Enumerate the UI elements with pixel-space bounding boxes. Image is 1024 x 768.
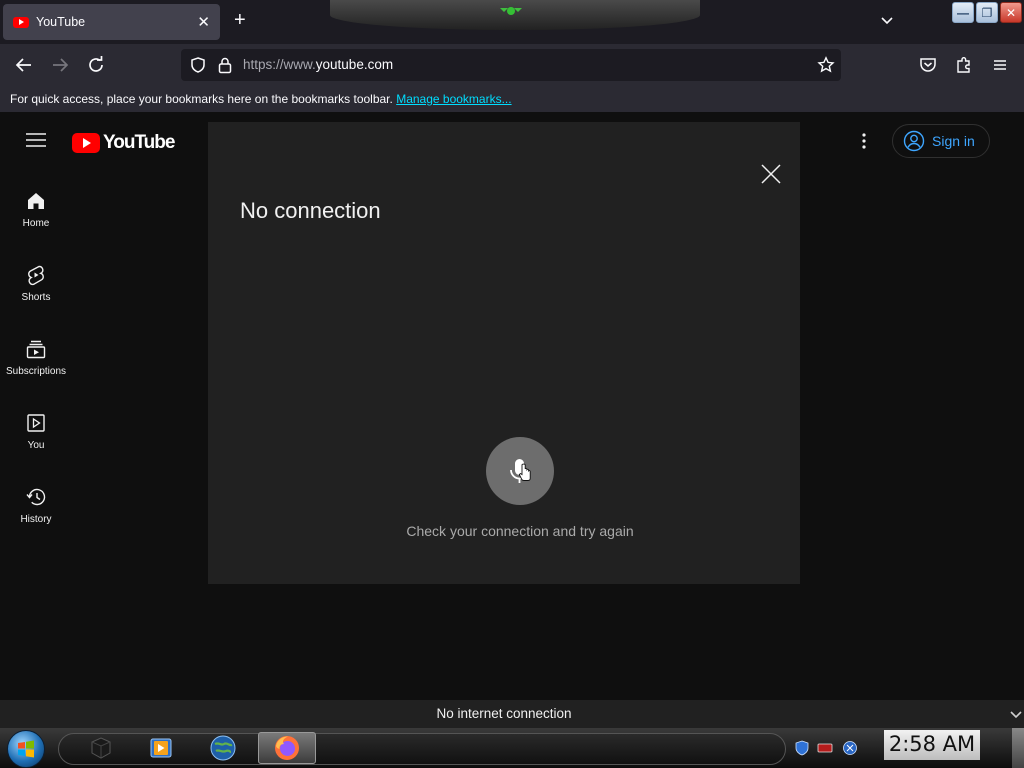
account-circle-icon: [903, 130, 925, 152]
sidebar-item-subscriptions[interactable]: Subscriptions: [0, 338, 72, 377]
youtube-play-logo-icon: [72, 133, 100, 153]
app-menu-hamburger-icon[interactable]: [990, 55, 1010, 75]
reload-icon[interactable]: [86, 55, 106, 75]
tab-youtube[interactable]: YouTube ✕: [3, 4, 220, 40]
minimize-button[interactable]: —: [952, 2, 974, 23]
youtube-favicon-icon: [13, 16, 29, 28]
start-button[interactable]: [7, 730, 45, 768]
windows-logo-icon: [18, 740, 34, 758]
sidebar-label-home: Home: [22, 218, 50, 229]
sign-in-label: Sign in: [932, 133, 975, 149]
url-prefix: https://www.: [243, 57, 316, 72]
security-shield-tray-icon[interactable]: [794, 740, 810, 756]
sign-in-button[interactable]: Sign in: [892, 124, 990, 158]
voice-search-mic-button[interactable]: [486, 437, 554, 505]
dialog-message: Check your connection and try again: [406, 523, 634, 539]
black-cube-app-icon: [91, 737, 111, 759]
show-desktop-button[interactable]: [1012, 728, 1024, 768]
settings-more-vert-icon[interactable]: [858, 132, 870, 150]
url-domain: youtube.com: [315, 57, 394, 72]
window-controls: — ❐ ✕: [952, 2, 1022, 23]
padlock-icon[interactable]: [217, 56, 233, 74]
status-text: No internet connection: [436, 706, 572, 721]
extensions-puzzle-icon[interactable]: [954, 55, 974, 75]
bookmarks-toolbar: For quick access, place your bookmarks h…: [0, 86, 1024, 112]
taskbar: 2:58 AM: [0, 728, 1024, 768]
bookmark-star-icon[interactable]: [817, 56, 835, 74]
tab-strip: YouTube ✕ + — ❐ ✕: [0, 0, 1024, 44]
you-icon: [27, 414, 45, 432]
tab-title: YouTube: [36, 15, 86, 29]
manage-bookmarks-link[interactable]: Manage bookmarks...: [396, 92, 511, 106]
url-bar[interactable]: https://www.youtube.com: [181, 49, 841, 81]
scroll-down-arrow-icon[interactable]: [1010, 710, 1022, 720]
guide-menu-icon[interactable]: [26, 133, 46, 147]
list-all-tabs-chevron-icon[interactable]: [880, 14, 894, 28]
connection-status-bar: No internet connection: [0, 700, 1024, 728]
dialog-title: No connection: [240, 198, 381, 223]
close-window-button[interactable]: ✕: [1000, 2, 1022, 23]
taskbar-app-firefox[interactable]: [258, 732, 316, 764]
url-text[interactable]: https://www.youtube.com: [243, 57, 393, 72]
home-icon: [28, 193, 44, 209]
youtube-logo-text: YouTube: [103, 132, 175, 153]
sidebar-label-history: History: [20, 514, 52, 525]
tracking-protection-shield-icon[interactable]: [189, 56, 207, 74]
youtube-logo[interactable]: YouTube: [72, 132, 175, 154]
bookmarks-hint-text: For quick access, place your bookmarks h…: [10, 92, 393, 106]
microphone-icon: [510, 459, 531, 483]
firefox-icon: [275, 736, 299, 760]
navigation-toolbar: https://www.youtube.com: [0, 44, 1024, 86]
sidebar-item-shorts[interactable]: Shorts: [0, 264, 72, 303]
globe-icon: [210, 735, 236, 761]
restore-button[interactable]: ❐: [976, 2, 998, 23]
network-tray-icon[interactable]: [842, 740, 858, 756]
sidebar-item-history[interactable]: History: [0, 486, 72, 525]
media-player-icon: [150, 738, 172, 758]
forward-arrow-icon[interactable]: [50, 55, 70, 75]
camera-led-icon: [500, 7, 522, 15]
back-arrow-icon[interactable]: [14, 55, 34, 75]
sidebar-item-you[interactable]: You: [0, 412, 72, 451]
new-tab-button[interactable]: +: [234, 10, 246, 30]
tab-close-icon[interactable]: ✕: [197, 15, 210, 30]
dialog-close-icon[interactable]: [760, 163, 782, 185]
pocket-icon[interactable]: [918, 55, 938, 75]
taskbar-clock[interactable]: 2:58 AM: [884, 730, 980, 760]
sidebar-label-shorts: Shorts: [21, 292, 51, 303]
sidebar-label-you: You: [27, 440, 45, 451]
battery-tray-icon[interactable]: [817, 740, 833, 756]
taskbar-app-generic[interactable]: [86, 734, 116, 762]
subscriptions-icon: [26, 340, 46, 359]
youtube-page: YouTube Home Shorts Subscriptions You Hi…: [0, 112, 1024, 700]
shorts-icon: [28, 265, 44, 286]
taskbar-app-media-player[interactable]: [146, 734, 176, 762]
sidebar-item-home[interactable]: Home: [0, 190, 72, 229]
taskbar-app-internet[interactable]: [208, 734, 238, 762]
history-icon: [26, 488, 46, 506]
no-connection-dialog: No connection Check your connection and …: [208, 122, 800, 584]
sidebar-label-subscriptions: Subscriptions: [5, 366, 67, 377]
